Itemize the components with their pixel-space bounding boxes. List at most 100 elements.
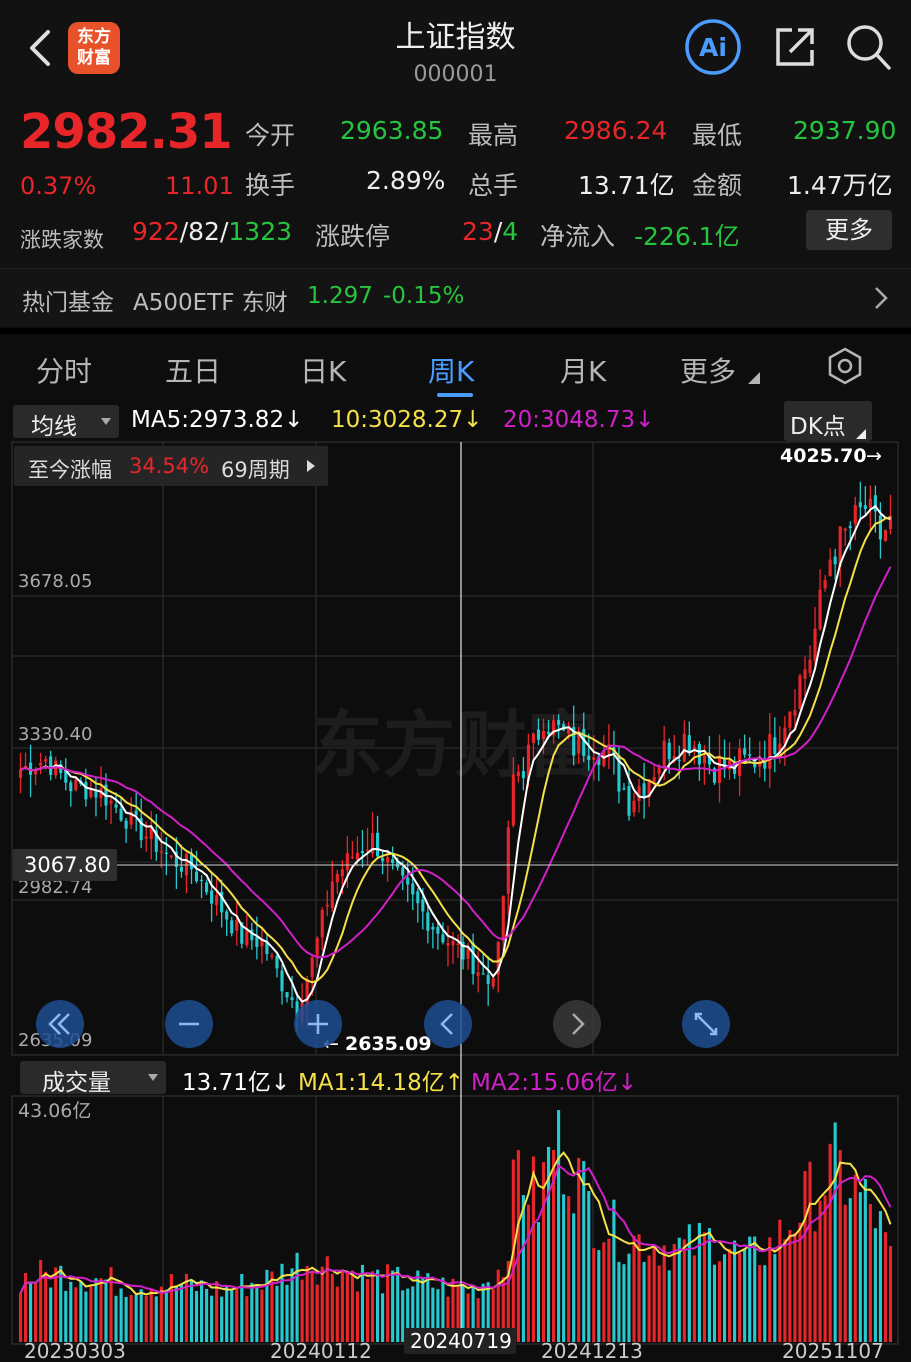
- inflow-label: 净流入: [540, 222, 616, 251]
- breadth-values: 922/82/1323: [132, 217, 293, 246]
- volume-bar: [74, 1287, 78, 1342]
- amount-value: 1.47万亿: [787, 171, 893, 200]
- candle-body: [536, 729, 541, 740]
- ai-assistant-icon[interactable]: Ai: [684, 18, 742, 76]
- candle-body: [230, 920, 234, 934]
- tab-five-day[interactable]: 五日: [165, 350, 221, 390]
- volume-bar: [853, 1174, 857, 1342]
- volume-bar: [818, 1200, 822, 1342]
- volume-bar: [340, 1269, 344, 1342]
- volume-bar: [365, 1279, 370, 1342]
- volume-bar: [245, 1296, 249, 1342]
- candle-body: [863, 505, 867, 510]
- volume-bar: [652, 1244, 656, 1342]
- fullscreen-icon[interactable]: [682, 1000, 730, 1048]
- volume-bar: [597, 1250, 601, 1342]
- scroll-right-icon[interactable]: [553, 1000, 601, 1048]
- share-icon[interactable]: [772, 24, 818, 70]
- volume-bar: [330, 1273, 334, 1342]
- tab-monthly-k[interactable]: 月K: [560, 350, 606, 390]
- volume-bar: [210, 1295, 214, 1342]
- volume-bar: [743, 1248, 747, 1342]
- candle-body: [18, 769, 23, 778]
- candle-body: [164, 852, 168, 855]
- candle-body: [793, 710, 797, 716]
- candle-body: [320, 909, 324, 938]
- active-tab-indicator: [437, 393, 473, 397]
- volume-bar: [265, 1269, 269, 1342]
- volume-bar: [391, 1270, 395, 1342]
- volume-bar: [360, 1264, 365, 1342]
- tab-more[interactable]: 更多: [680, 350, 736, 390]
- volume-label: 总手: [468, 171, 519, 200]
- candle-body: [687, 735, 691, 753]
- volume-bar: [350, 1270, 354, 1342]
- candle-body: [391, 859, 395, 864]
- tab-weekly-k[interactable]: 周K: [428, 350, 474, 390]
- candle-body: [592, 757, 596, 760]
- candle-body: [44, 759, 48, 762]
- candle-body: [657, 767, 661, 774]
- volume-bar: [54, 1267, 58, 1342]
- low-label: 最低: [692, 121, 743, 150]
- volume-bar: [642, 1261, 646, 1342]
- volume-bar: [119, 1288, 123, 1342]
- candle-body: [843, 528, 847, 531]
- volume-bar: [878, 1211, 882, 1342]
- more-button[interactable]: 更多: [806, 210, 892, 250]
- candle-body: [421, 899, 425, 912]
- candle-body: [109, 800, 113, 804]
- volume-bar: [617, 1261, 621, 1342]
- breadth-label: 涨跌家数: [20, 228, 104, 252]
- candle-body: [642, 783, 646, 797]
- crosshair-price: 3067.80: [24, 853, 111, 877]
- change-percent: 0.37%: [20, 172, 97, 200]
- open-label: 今开: [245, 121, 296, 150]
- kline-chart[interactable]: 东方财富 3678.05 3330.40 2982.74 2635.09 306…: [0, 440, 911, 1362]
- candle-body: [335, 873, 339, 883]
- volume-current: 13.71亿↓: [182, 1070, 291, 1096]
- candle-body: [516, 771, 520, 777]
- volume-bar: [104, 1279, 108, 1342]
- volume-bar: [69, 1281, 73, 1342]
- price-grid: [12, 442, 898, 1344]
- play-triangle-icon: [307, 460, 315, 472]
- candle-body: [677, 759, 681, 761]
- volume-bar: [149, 1289, 153, 1342]
- candle-body: [325, 904, 329, 907]
- volume-bar: [521, 1195, 525, 1342]
- candle-body: [49, 756, 53, 775]
- limit-values: 23/4: [462, 217, 519, 246]
- volume-bar: [174, 1285, 178, 1342]
- zoom-out-icon[interactable]: [165, 1000, 213, 1048]
- candle-body: [868, 498, 872, 509]
- scroll-left-fast-icon[interactable]: [36, 1000, 84, 1048]
- volume-bar: [310, 1271, 314, 1342]
- scroll-left-icon[interactable]: [424, 1000, 472, 1048]
- ma10-value: 10:3028.27↓: [331, 407, 483, 433]
- settings-gear-icon[interactable]: [826, 347, 864, 385]
- ma-selector[interactable]: 均线: [13, 405, 119, 440]
- volume-bar: [295, 1252, 299, 1342]
- volume-bar: [94, 1278, 98, 1342]
- range-stats-chip[interactable]: 至今涨幅 34.54% 69周期: [14, 446, 328, 486]
- volume-bar: [230, 1289, 234, 1342]
- volume-bar: [99, 1278, 103, 1342]
- zoom-in-icon[interactable]: [294, 1000, 342, 1048]
- fund-change: -0.15%: [383, 283, 465, 309]
- ma5-value: MA5:2973.82↓: [131, 407, 304, 433]
- volume-bar: [29, 1281, 33, 1342]
- tab-daily-k[interactable]: 日K: [300, 350, 346, 390]
- candle-body: [481, 973, 485, 975]
- hot-fund-row[interactable]: 热门基金 A500ETF 东财 1.297 -0.15%: [0, 268, 911, 327]
- candle-body: [813, 628, 817, 662]
- breadth-down: 1323: [228, 217, 293, 246]
- volume-bar: [300, 1279, 304, 1342]
- candle-body: [270, 955, 274, 957]
- tab-intraday[interactable]: 分时: [36, 350, 92, 390]
- volume-indicator-selector[interactable]: 成交量: [20, 1061, 166, 1096]
- candle-body: [275, 955, 279, 969]
- search-icon[interactable]: [844, 22, 892, 72]
- volume-ma1: MA1:14.18亿↑: [298, 1070, 465, 1096]
- dk-point-button[interactable]: DK点: [784, 401, 872, 441]
